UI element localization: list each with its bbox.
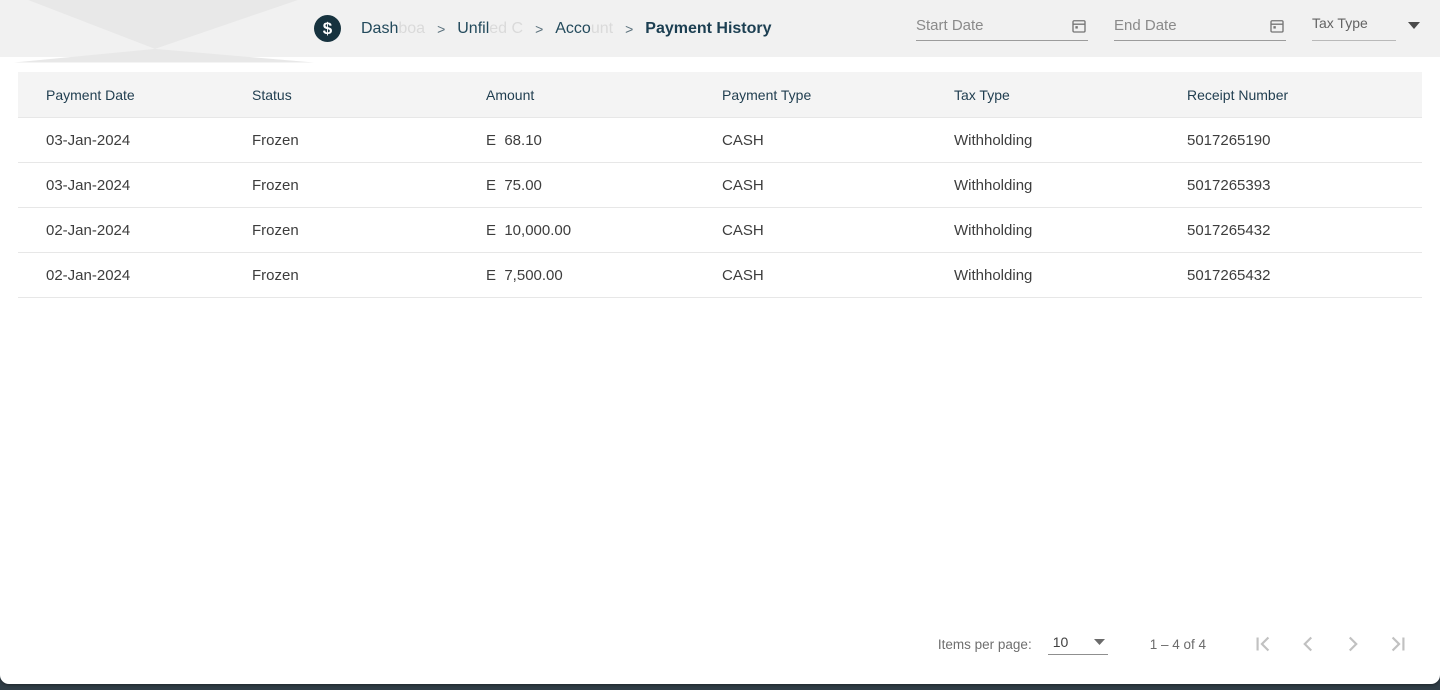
cell-amount: E 7,500.00 bbox=[486, 267, 722, 284]
column-header-amount: Amount bbox=[486, 87, 722, 103]
cell-amount: E 10,000.00 bbox=[486, 222, 722, 239]
breadcrumb-item-dashboard[interactable]: Dashboa bbox=[361, 20, 425, 38]
watermark-triangle-bottom bbox=[14, 0, 314, 63]
content-area: Payment Date Status Amount Payment Type … bbox=[0, 57, 1440, 684]
breadcrumb-item-unfiled[interactable]: Unfiled C bbox=[457, 20, 523, 38]
cell-payment-type: CASH bbox=[722, 267, 954, 284]
table-header-row: Payment Date Status Amount Payment Type … bbox=[18, 72, 1422, 118]
chevron-left-icon bbox=[1295, 631, 1321, 657]
page-background: $ Dashboa > Unfiled C > Account > Paymen… bbox=[0, 0, 1440, 690]
currency-logo-icon: $ bbox=[314, 15, 341, 42]
last-page-icon bbox=[1385, 631, 1411, 657]
page-navigation bbox=[1240, 624, 1420, 664]
table-row: 03-Jan-2024 Frozen E 75.00 CASH Withhold… bbox=[18, 163, 1422, 208]
items-per-page-label: Items per page: bbox=[938, 637, 1032, 652]
cell-amount: E 68.10 bbox=[486, 132, 722, 149]
column-header-tax-type: Tax Type bbox=[954, 87, 1187, 103]
chevron-down-icon bbox=[1408, 22, 1420, 29]
cell-receipt-number: 5017265432 bbox=[1187, 267, 1422, 284]
table-row: 02-Jan-2024 Frozen E 7,500.00 CASH Withh… bbox=[18, 253, 1422, 298]
items-per-page-select[interactable]: 10 bbox=[1048, 634, 1108, 655]
top-bar: $ Dashboa > Unfiled C > Account > Paymen… bbox=[0, 0, 1440, 57]
breadcrumb-item-account[interactable]: Account bbox=[555, 20, 613, 38]
dollar-glyph: $ bbox=[323, 19, 332, 39]
cell-amount: E 75.00 bbox=[486, 177, 722, 194]
column-header-payment-date: Payment Date bbox=[46, 87, 252, 103]
table-row: 02-Jan-2024 Frozen E 10,000.00 CASH With… bbox=[18, 208, 1422, 253]
cell-receipt-number: 5017265393 bbox=[1187, 177, 1422, 194]
column-header-receipt-number: Receipt Number bbox=[1187, 87, 1422, 103]
cell-payment-date: 02-Jan-2024 bbox=[46, 267, 252, 284]
column-header-status: Status bbox=[252, 87, 486, 103]
calendar-icon[interactable] bbox=[1070, 17, 1088, 35]
cell-status: Frozen bbox=[252, 222, 486, 239]
tax-type-label: Tax Type bbox=[1312, 15, 1396, 41]
end-date-field[interactable] bbox=[1114, 17, 1286, 41]
breadcrumb-separator: > bbox=[436, 21, 446, 37]
cell-tax-type: Withholding bbox=[954, 222, 1187, 239]
cell-receipt-number: 5017265432 bbox=[1187, 222, 1422, 239]
breadcrumb: Dashboa > Unfiled C > Account > Payment … bbox=[361, 20, 772, 38]
cell-receipt-number: 5017265190 bbox=[1187, 132, 1422, 149]
app-window: $ Dashboa > Unfiled C > Account > Paymen… bbox=[0, 0, 1440, 684]
column-header-payment-type: Payment Type bbox=[722, 87, 954, 103]
calendar-icon[interactable] bbox=[1268, 17, 1286, 35]
table-row: 03-Jan-2024 Frozen E 68.10 CASH Withhold… bbox=[18, 118, 1422, 163]
cell-tax-type: Withholding bbox=[954, 177, 1187, 194]
cell-tax-type: Withholding bbox=[954, 267, 1187, 284]
next-page-button[interactable] bbox=[1330, 624, 1375, 664]
cell-status: Frozen bbox=[252, 132, 486, 149]
chevron-down-icon bbox=[1094, 639, 1105, 645]
paginator: Items per page: 10 1 – 4 of 4 bbox=[18, 624, 1422, 664]
first-page-icon bbox=[1250, 631, 1276, 657]
cell-payment-type: CASH bbox=[722, 222, 954, 239]
start-date-input[interactable] bbox=[916, 17, 1064, 34]
cell-tax-type: Withholding bbox=[954, 132, 1187, 149]
breadcrumb-separator: > bbox=[624, 21, 634, 37]
header-watermark bbox=[14, 0, 314, 63]
cell-payment-date: 02-Jan-2024 bbox=[46, 222, 252, 239]
breadcrumb-item-payment-history: Payment History bbox=[645, 20, 771, 38]
last-page-button[interactable] bbox=[1375, 624, 1420, 664]
page-range-label: 1 – 4 of 4 bbox=[1150, 637, 1206, 652]
cell-payment-date: 03-Jan-2024 bbox=[46, 177, 252, 194]
chevron-right-icon bbox=[1340, 631, 1366, 657]
cell-payment-date: 03-Jan-2024 bbox=[46, 132, 252, 149]
items-per-page-value: 10 bbox=[1053, 634, 1069, 650]
payment-history-table: Payment Date Status Amount Payment Type … bbox=[18, 72, 1422, 298]
previous-page-button[interactable] bbox=[1285, 624, 1330, 664]
cell-payment-type: CASH bbox=[722, 177, 954, 194]
cell-status: Frozen bbox=[252, 267, 486, 284]
watermark-triangle-top bbox=[14, 0, 314, 63]
cell-payment-type: CASH bbox=[722, 132, 954, 149]
tax-type-select[interactable]: Tax Type bbox=[1312, 15, 1420, 43]
cell-status: Frozen bbox=[252, 177, 486, 194]
breadcrumb-separator: > bbox=[534, 21, 544, 37]
filter-bar: Tax Type bbox=[916, 15, 1420, 43]
start-date-field[interactable] bbox=[916, 17, 1088, 41]
end-date-input[interactable] bbox=[1114, 17, 1262, 34]
first-page-button[interactable] bbox=[1240, 624, 1285, 664]
